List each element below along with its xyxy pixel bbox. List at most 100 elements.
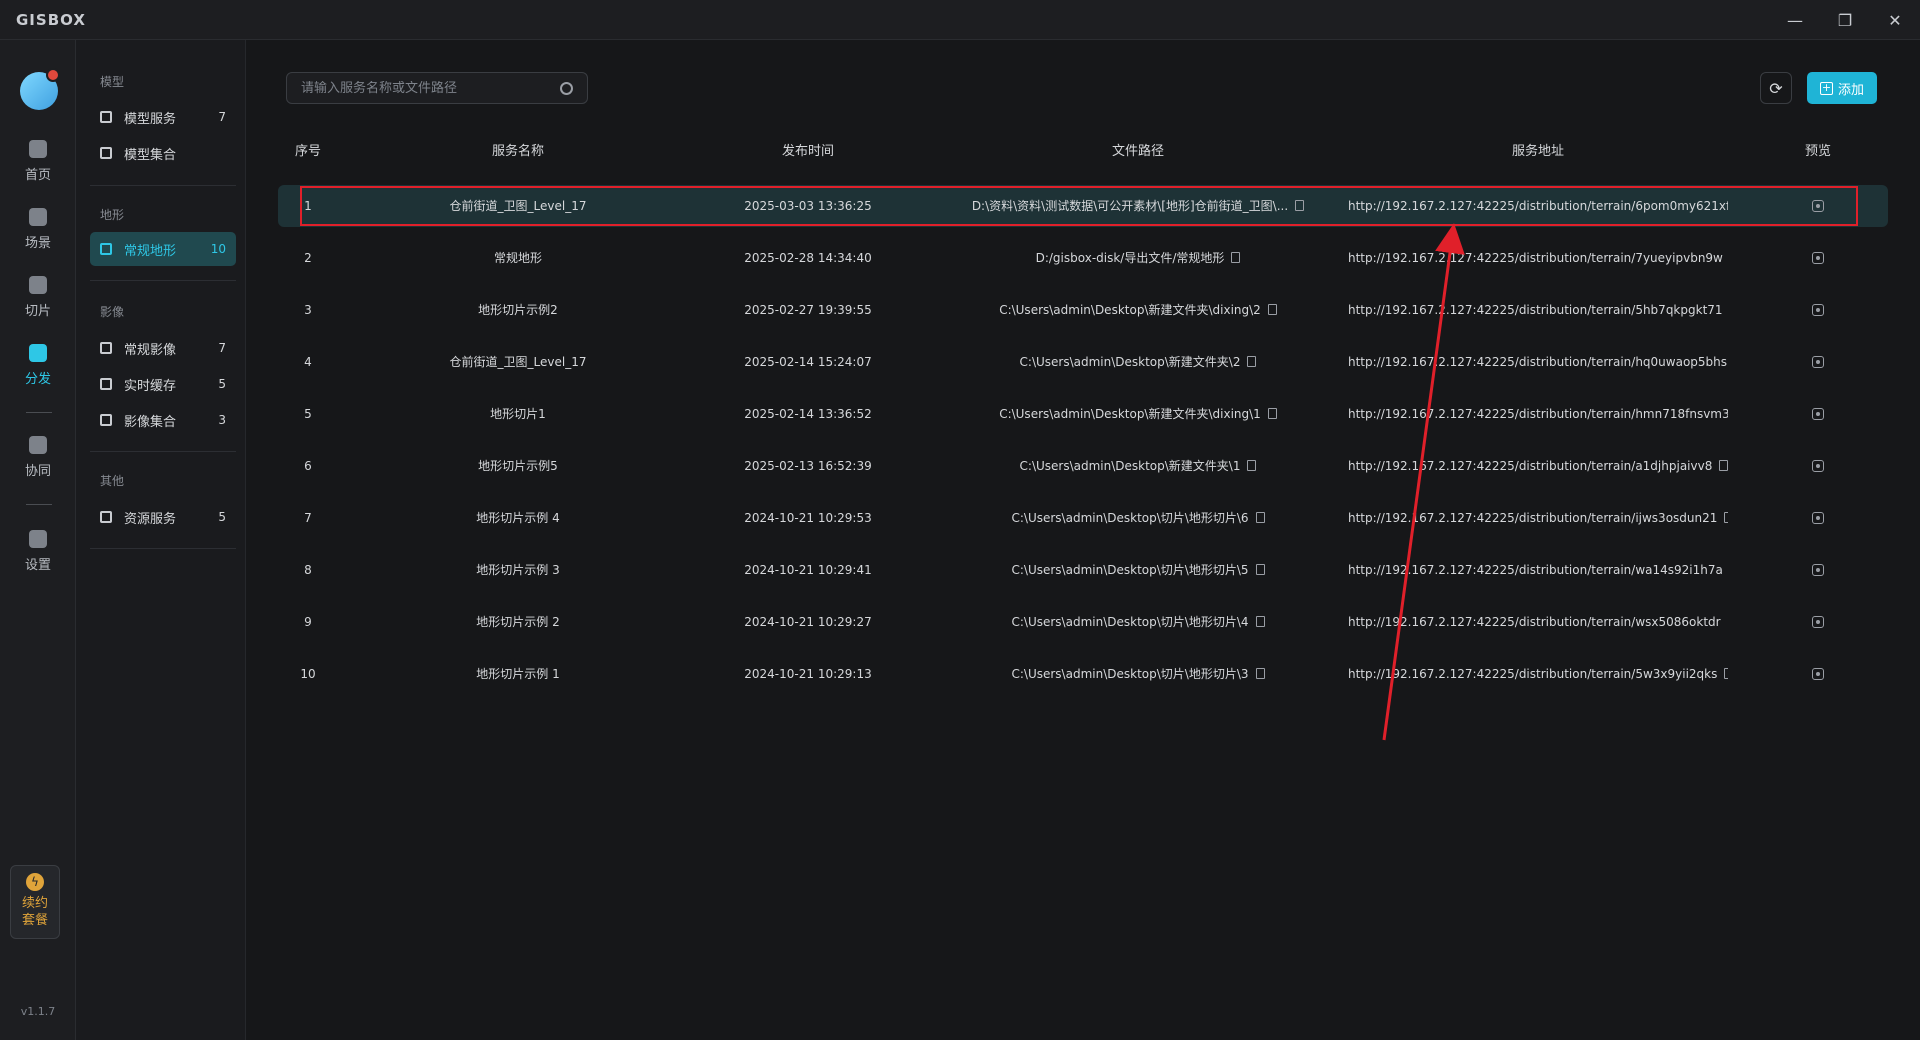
preview-icon[interactable]	[1812, 616, 1824, 628]
distribute-icon	[29, 344, 47, 362]
cell-time: 2025-03-03 13:36:25	[744, 199, 872, 213]
sidebar-divider	[90, 451, 236, 452]
restore-button[interactable]: ❐	[1822, 0, 1868, 40]
sidebar-item-model-service[interactable]: 模型服务 7	[90, 100, 236, 134]
refresh-button[interactable]: ⟳	[1760, 72, 1792, 104]
copy-icon[interactable]	[1719, 460, 1728, 471]
table-row[interactable]: 2 常规地形 2025-02-28 14:34:40 D:/gisbox-disk/导…	[278, 237, 1888, 279]
rail-item-distribute[interactable]: 分发	[0, 344, 76, 400]
cell-time: 2024-10-21 10:29:41	[744, 563, 872, 577]
rail-item-label: 协同	[24, 464, 51, 479]
copy-icon[interactable]	[1724, 512, 1728, 523]
search-icon[interactable]	[560, 81, 573, 95]
cell-path: C:\Users\admin\Desktop\切片\地形切片\3	[938, 653, 1338, 695]
preview-icon[interactable]	[1812, 356, 1824, 368]
cell-path: C:\Users\admin\Desktop\新建文件夹\dixing\2	[938, 289, 1338, 331]
group-label-terrain: 地形	[100, 208, 125, 222]
preview-icon[interactable]	[1812, 668, 1824, 680]
copy-icon[interactable]	[1295, 200, 1305, 211]
cell-url: http://192.167.2.127:42225/distribution/…	[1348, 601, 1728, 643]
table-row[interactable]: 1 仓前街道_卫图_Level_17 2025-03-03 13:36:25 D:\资…	[278, 185, 1888, 227]
cell-name: 常规地形	[493, 251, 542, 265]
rail-item-label: 设置	[24, 558, 51, 573]
copy-icon[interactable]	[1255, 668, 1265, 679]
rail-item-label: 首页	[24, 168, 51, 183]
sidebar-item-label: 影像集合	[124, 414, 177, 430]
preview-icon[interactable]	[1812, 564, 1824, 576]
copy-icon[interactable]	[1247, 356, 1257, 367]
sidebar-item-realtime-cache[interactable]: 实时缓存 5	[90, 367, 236, 401]
preview-icon[interactable]	[1812, 460, 1824, 472]
table-row[interactable]: 7 地形切片示例 4 2024-10-21 10:29:53 C:\Users\adm…	[278, 497, 1888, 539]
table-row[interactable]: 4 仓前街道_卫图_Level_17 2025-02-14 15:24:07 C:\U…	[278, 341, 1888, 383]
close-button[interactable]: ✕	[1872, 0, 1918, 40]
plan-label-1: 续约	[21, 896, 48, 911]
cell-no: 9	[304, 615, 312, 629]
add-button[interactable]: + 添加	[1807, 72, 1877, 104]
nav-rail: 首页 场景 切片 分发 协同 设置 ϟ 续约 套餐 v1.1.7	[0, 40, 76, 1040]
sidebar-item-model-collection[interactable]: 模型集合	[90, 136, 236, 170]
table-row[interactable]: 10 地形切片示例 1 2024-10-21 10:29:13 C:\Users\ad…	[278, 653, 1888, 695]
copy-icon[interactable]	[1267, 408, 1277, 419]
cell-url: http://192.167.2.127:42225/distribution/…	[1348, 289, 1728, 331]
table-row[interactable]: 9 地形切片示例 2 2024-10-21 10:29:27 C:\Users\adm…	[278, 601, 1888, 643]
sidebar-item-regular-terrain[interactable]: 常规地形 10	[90, 232, 236, 266]
sidebar-divider	[90, 280, 236, 281]
renew-plan-button[interactable]: ϟ 续约 套餐	[10, 865, 60, 939]
rail-item-scene[interactable]: 场景	[0, 208, 76, 264]
copy-icon[interactable]	[1255, 512, 1265, 523]
cell-path: C:\Users\admin\Desktop\新建文件夹\2	[938, 341, 1338, 383]
rail-item-slice[interactable]: 切片	[0, 276, 76, 332]
cell-preview	[1788, 601, 1848, 643]
copy-icon[interactable]	[1724, 668, 1728, 679]
rail-item-label: 场景	[24, 236, 51, 251]
search-input[interactable]	[301, 80, 560, 96]
preview-icon[interactable]	[1812, 512, 1824, 524]
cell-url-text: http://192.167.2.127:42225/distribution/…	[1348, 251, 1723, 265]
preview-icon[interactable]	[1812, 200, 1824, 212]
header-path: 文件路径	[1111, 144, 1164, 159]
sidebar-item-count: 5	[218, 377, 226, 391]
table-row[interactable]: 8 地形切片示例 3 2024-10-21 10:29:41 C:\Users\adm…	[278, 549, 1888, 591]
minimize-button[interactable]: —	[1772, 0, 1818, 40]
sidebar-item-label: 实时缓存	[124, 378, 177, 394]
cell-name: 仓前街道_卫图_Level_17	[449, 199, 587, 213]
copy-icon[interactable]	[1231, 252, 1241, 263]
preview-icon[interactable]	[1812, 252, 1824, 264]
sidebar-item-imagery-collection[interactable]: 影像集合 3	[90, 403, 236, 437]
table-row[interactable]: 6 地形切片示例5 2025-02-13 16:52:39 C:\Users\admi…	[278, 445, 1888, 487]
cell-url: http://192.167.2.127:42225/distribution/…	[1348, 185, 1728, 227]
rail-item-label: 分发	[24, 372, 51, 387]
sidebar-item-count: 7	[218, 341, 226, 355]
rail-item-settings[interactable]: 设置	[0, 530, 76, 586]
rail-item-home[interactable]: 首页	[0, 140, 76, 196]
cell-preview	[1788, 653, 1848, 695]
sidebar-item-count: 7	[218, 110, 226, 124]
copy-icon[interactable]	[1255, 616, 1265, 627]
preview-icon[interactable]	[1812, 304, 1824, 316]
copy-icon[interactable]	[1267, 304, 1277, 315]
app-version: v1.1.7	[20, 1005, 56, 1018]
cell-url-text: http://192.167.2.127:42225/distribution/…	[1348, 303, 1723, 317]
table-row[interactable]: 3 地形切片示例2 2025-02-27 19:39:55 C:\Users\admi…	[278, 289, 1888, 331]
copy-icon[interactable]	[1247, 460, 1257, 471]
preview-icon[interactable]	[1812, 408, 1824, 420]
sidebar-divider	[90, 185, 236, 186]
copy-icon[interactable]	[1255, 564, 1265, 575]
cell-path: C:\Users\admin\Desktop\新建文件夹\1	[938, 445, 1338, 487]
model-icon	[100, 147, 112, 159]
cell-url-text: http://192.167.2.127:42225/distribution/…	[1348, 667, 1718, 681]
sidebar-item-regular-imagery[interactable]: 常规影像 7	[90, 331, 236, 365]
rail-item-collab[interactable]: 协同	[0, 436, 76, 492]
cell-no: 1	[304, 199, 312, 213]
cell-path-text: D:/gisbox-disk/导出文件/常规地形	[1035, 251, 1225, 265]
resource-icon	[100, 511, 112, 523]
lock-icon	[29, 436, 47, 454]
rail-item-label: 切片	[24, 304, 51, 319]
cell-url-text: http://192.167.2.127:42225/distribution/…	[1348, 615, 1721, 629]
cell-url: http://192.167.2.127:42225/distribution/…	[1348, 393, 1728, 435]
cell-path: C:\Users\admin\Desktop\切片\地形切片\6	[938, 497, 1338, 539]
sidebar-item-resource-service[interactable]: 资源服务 5	[90, 500, 236, 534]
table-row[interactable]: 5 地形切片1 2025-02-14 13:36:52 C:\Users\admin\…	[278, 393, 1888, 435]
sidebar-item-label: 常规地形	[124, 243, 177, 259]
